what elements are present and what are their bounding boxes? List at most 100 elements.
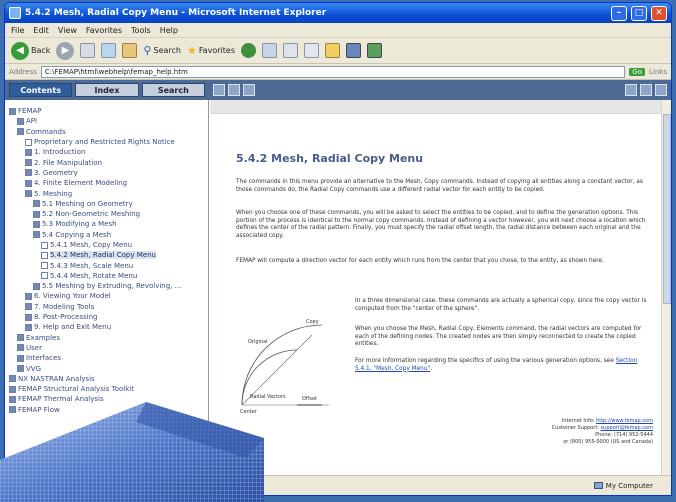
favorites-button[interactable]: ★ Favorites (187, 44, 235, 57)
book-icon (33, 220, 40, 228)
tree-item[interactable]: Examples (5, 333, 208, 343)
links-button[interactable]: Links (649, 68, 667, 76)
tree-item[interactable]: 8. Post-Processing (5, 312, 208, 322)
tree-item[interactable]: Interfaces (5, 353, 208, 363)
addon-icon[interactable] (366, 43, 382, 58)
paragraph-spherical: In a three dimensional case, these comma… (355, 298, 647, 312)
menu-tools[interactable]: Tools (131, 26, 151, 35)
address-label: Address (9, 67, 37, 76)
tree-item[interactable]: API (5, 116, 208, 126)
tree-item[interactable]: 5.4.1 Mesh, Copy Menu (5, 240, 208, 250)
tree-item[interactable]: 4. Finite Element Modeling (5, 178, 208, 188)
toolbar: ◀ Back ▶ ⚲ Search ★ Favorites (5, 38, 671, 64)
tree-item[interactable]: User (5, 343, 208, 353)
go-button[interactable]: Go (629, 67, 646, 76)
show-toc-icon[interactable] (213, 84, 225, 96)
mail-icon[interactable] (282, 43, 298, 58)
minimize-button[interactable]: – (611, 5, 627, 21)
tree-item-label: 5.4.1 Mesh, Copy Menu (50, 241, 133, 249)
tree-item[interactable]: Commands (5, 127, 208, 137)
book-icon (9, 385, 16, 393)
tree-item[interactable]: FEMAP Structural Analysis Toolkit (5, 384, 208, 394)
book-icon (33, 282, 40, 290)
print-topic-icon[interactable] (625, 84, 637, 96)
tree-item[interactable]: 7. Modeling Tools (5, 302, 208, 312)
book-icon (25, 159, 32, 167)
paragraph-direction: FEMAP will compute a direction vector fo… (236, 258, 604, 264)
tree-item-label: FEMAP Structural Analysis Toolkit (18, 385, 134, 394)
tree-item[interactable]: 2. File Manipulation (5, 157, 208, 167)
status-zone: My Computer (605, 481, 653, 490)
address-input[interactable]: C:\FEMAP\html\webhelp\femap_help.htm (40, 65, 626, 78)
tab-index[interactable]: Index (75, 83, 139, 97)
content-scrollbar[interactable] (661, 100, 671, 475)
tree-item[interactable]: VVG (5, 363, 208, 373)
tree-item-label: 9. Help and Exit Menu (34, 323, 112, 332)
page-icon (41, 262, 48, 270)
search-button[interactable]: ⚲ Search (143, 44, 181, 57)
tree-item[interactable]: 5.4.2 Mesh, Radial Copy Menu (5, 250, 208, 260)
tree-item[interactable]: 5.2 Non-Geometric Meshing (5, 209, 208, 219)
previous-topic-icon[interactable] (228, 84, 240, 96)
tree-item[interactable]: 5.1 Meshing on Geometry (5, 199, 208, 209)
tree-item[interactable]: 5. Meshing (5, 188, 208, 198)
media-icon[interactable] (240, 43, 256, 58)
tree-item-label: 1. Introduction (34, 148, 86, 157)
stop-icon[interactable] (80, 43, 96, 58)
tree-item[interactable]: 1. Introduction (5, 147, 208, 157)
book-icon (25, 313, 32, 321)
forward-arrow-icon[interactable]: ▶ (56, 41, 75, 60)
menu-help[interactable]: Help (160, 26, 178, 35)
sync-toc-icon[interactable] (655, 84, 667, 96)
tab-search[interactable]: Search (141, 83, 205, 97)
tree-item-label: Interfaces (26, 354, 61, 363)
tree-item-label: FEMAP (18, 107, 42, 116)
next-topic-icon[interactable] (243, 84, 255, 96)
tree-item[interactable]: 5.5 Meshing by Extruding, Revolving, ... (5, 281, 208, 291)
folder-icon[interactable] (324, 43, 340, 58)
menu-view[interactable]: View (58, 26, 77, 35)
history-icon[interactable] (261, 43, 277, 58)
page-icon (41, 241, 48, 249)
tree-item[interactable]: 5.4.3 Mesh, Scale Menu (5, 260, 208, 270)
tree-item[interactable]: Proprietary and Restricted Rights Notice (5, 137, 208, 147)
website-link[interactable]: http://www.femap.com (596, 418, 653, 424)
tree-item-label: 5.5 Meshing by Extruding, Revolving, ... (42, 282, 182, 291)
scrollbar-thumb[interactable] (663, 114, 671, 304)
tree-item-label: VVG (26, 364, 42, 373)
maximize-button[interactable]: □ (631, 5, 647, 21)
menu-favorites[interactable]: Favorites (86, 26, 122, 35)
topic-content: 5.4.2 Mesh, Radial Copy Menu The command… (210, 100, 661, 475)
label-offset: Offset (302, 396, 317, 402)
menu-edit[interactable]: Edit (33, 26, 49, 35)
tree-item[interactable]: NX NASTRAN Analysis (5, 374, 208, 384)
tree-item[interactable]: 3. Geometry (5, 168, 208, 178)
support-email-link[interactable]: support@femap.com (601, 425, 653, 431)
tree-item[interactable]: 6. Viewing Your Model (5, 291, 208, 301)
paragraph-intro: The commands in this menu provide an alt… (236, 179, 643, 193)
menu-file[interactable]: File (11, 26, 24, 35)
tree-item-label: 5.3 Modifying a Mesh (42, 220, 117, 229)
tab-contents[interactable]: Contents (9, 83, 73, 97)
tree-item[interactable]: 5.4.4 Mesh, Rotate Menu (5, 271, 208, 281)
messenger-icon[interactable] (345, 43, 361, 58)
print-icon[interactable] (303, 43, 319, 58)
book-icon (17, 117, 24, 125)
tree-item-label: Examples (26, 333, 61, 342)
tree-item-label: 5.4.3 Mesh, Scale Menu (50, 261, 134, 270)
address-bar: Address C:\FEMAP\html\webhelp\femap_help… (5, 64, 671, 80)
book-icon (9, 375, 16, 383)
tree-item[interactable]: 5.4 Copying a Mesh (5, 230, 208, 240)
tree-item[interactable]: 5.3 Modifying a Mesh (5, 219, 208, 229)
tree-item[interactable]: 9. Help and Exit Menu (5, 322, 208, 332)
glossary-icon[interactable] (640, 84, 652, 96)
page-title: 5.4.2 Mesh, Radial Copy Menu (236, 152, 424, 165)
tree-item-label: 5. Meshing (34, 189, 73, 198)
refresh-icon[interactable] (101, 43, 117, 58)
back-button[interactable]: ◀ Back (11, 41, 50, 60)
home-icon[interactable] (122, 43, 138, 58)
close-button[interactable]: ✕ (651, 5, 667, 21)
book-icon (17, 128, 24, 136)
tree-item[interactable]: FEMAP (5, 106, 208, 116)
page-icon (41, 251, 48, 259)
